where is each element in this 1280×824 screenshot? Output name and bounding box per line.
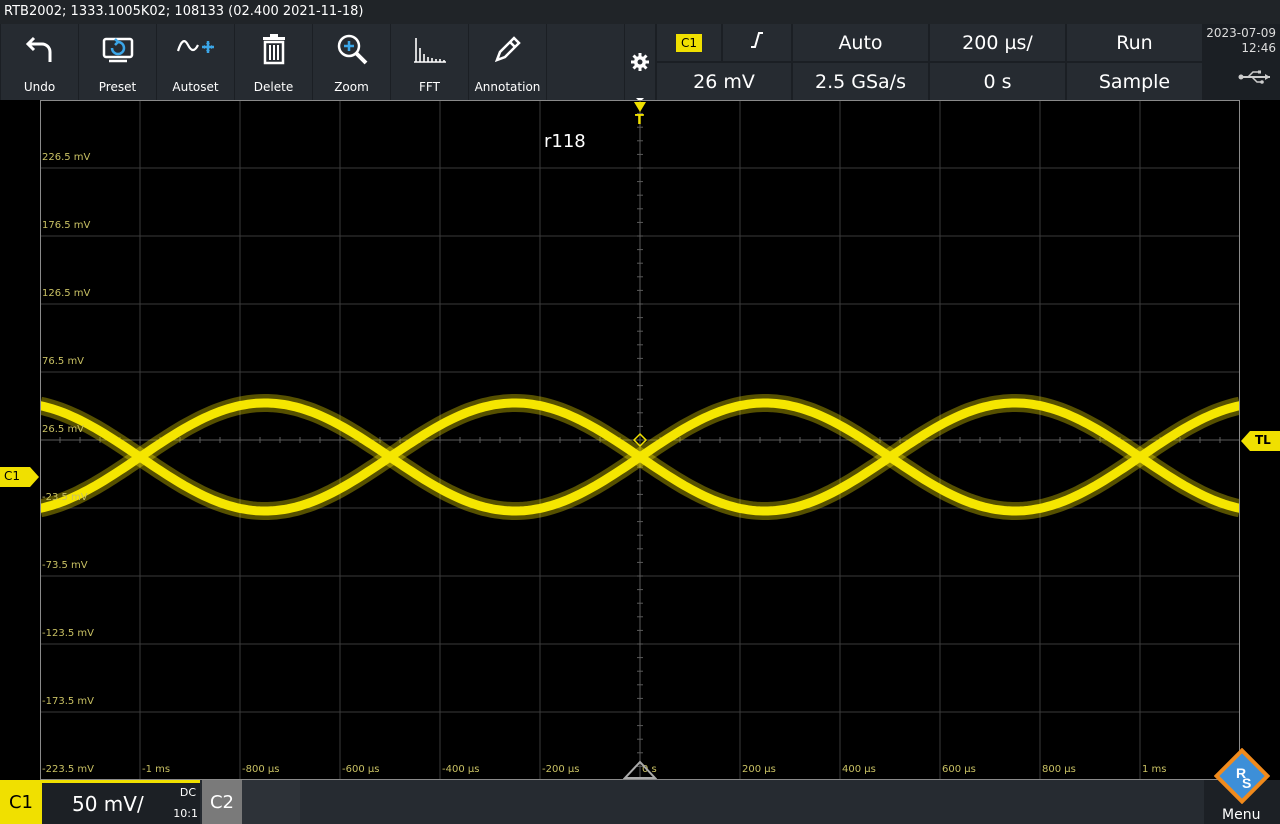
timebase-cell[interactable]: 200 µs/ xyxy=(930,24,1065,61)
x-label: 600 µs xyxy=(942,764,976,775)
x-label: -200 µs xyxy=(542,764,580,775)
waveform-display[interactable] xyxy=(40,100,1240,780)
rs-logo-icon: RS xyxy=(1213,747,1271,809)
annotation-label: Annotation xyxy=(474,80,541,94)
x-label: 1 ms xyxy=(1142,764,1167,775)
channel-1-scale-value: 50 mV/ xyxy=(72,792,144,816)
preset-label: Preset xyxy=(98,80,137,94)
settings-button[interactable] xyxy=(625,24,655,102)
autoset-label: Autoset xyxy=(172,80,219,94)
acquisition-mode-cell[interactable]: Sample xyxy=(1067,63,1202,100)
y-label: 176.5 mV xyxy=(42,220,91,231)
y-label: 26.5 mV xyxy=(42,424,85,435)
channel-marker-label: C1 xyxy=(4,469,21,483)
y-label: 76.5 mV xyxy=(42,356,85,367)
y-label: -173.5 mV xyxy=(42,696,94,707)
trash-icon xyxy=(235,32,312,66)
trigger-level-marker[interactable]: TL xyxy=(1240,431,1280,451)
x-label: 800 µs xyxy=(1042,764,1076,775)
channel-1-coupling: DC xyxy=(179,786,196,799)
zoom-icon xyxy=(313,32,390,66)
trigger-level-cell[interactable]: 26 mV xyxy=(657,63,791,100)
horizontal-position-cell[interactable]: 0 s xyxy=(930,63,1065,100)
y-label: 226.5 mV xyxy=(42,152,91,163)
autoset-button[interactable]: Autoset xyxy=(157,24,234,100)
x-label: -1 ms xyxy=(142,764,171,775)
x-label: 200 µs xyxy=(742,764,776,775)
x-label: -800 µs xyxy=(242,764,280,775)
y-label: -123.5 mV xyxy=(42,628,94,639)
triangle-down-icon xyxy=(634,102,646,112)
date-time-panel: 2023-07-09 12:46 xyxy=(1204,24,1280,100)
trigger-level-label: TL xyxy=(1255,433,1271,447)
channel-1-scale[interactable]: 50 mV/ DC 10:1 xyxy=(42,780,200,824)
rising-edge-icon xyxy=(749,31,765,54)
x-label: -400 µs xyxy=(442,764,480,775)
sample-rate-cell[interactable]: 2.5 GSa/s xyxy=(793,63,928,100)
undo-label: Undo xyxy=(23,80,56,94)
delete-label: Delete xyxy=(253,80,294,94)
fft-button[interactable]: FFT xyxy=(391,24,468,100)
date-text: 2023-07-09 xyxy=(1206,26,1276,40)
annotation-button[interactable]: Annotation xyxy=(469,24,546,100)
y-label: -223.5 mV xyxy=(42,764,94,775)
trigger-source-cell[interactable]: C1 xyxy=(657,24,721,61)
autoset-icon xyxy=(157,32,234,66)
time-text: 12:46 xyxy=(1241,41,1276,55)
triangle-up-icon xyxy=(622,760,658,779)
y-label: -73.5 mV xyxy=(42,560,88,571)
channel-1-probe: 10:1 xyxy=(173,807,198,820)
channel-1-tab[interactable]: C1 xyxy=(0,780,42,824)
zoom-button[interactable]: Zoom xyxy=(313,24,390,100)
pencil-icon xyxy=(469,32,546,66)
menu-label: Menu xyxy=(1222,807,1261,823)
undo-button[interactable]: Undo xyxy=(1,24,78,100)
y-label: 126.5 mV xyxy=(42,288,91,299)
channel-2-slot[interactable] xyxy=(242,780,300,824)
trigger-marker-label: T xyxy=(635,113,644,128)
channel-2-tab[interactable]: C2 xyxy=(202,780,242,824)
fft-icon xyxy=(391,32,468,66)
menu-button[interactable]: RS Menu xyxy=(1204,747,1280,824)
zoom-label: Zoom xyxy=(334,80,369,94)
trigger-slope-cell[interactable] xyxy=(723,24,791,61)
fft-label: FFT xyxy=(419,80,440,94)
delete-button[interactable]: Delete xyxy=(235,24,312,100)
gear-icon xyxy=(630,52,650,77)
trigger-mode-cell[interactable]: Auto xyxy=(793,24,928,61)
y-label: -23.5 mV xyxy=(42,492,88,503)
usb-icon xyxy=(1238,70,1274,89)
run-state-cell[interactable]: Run xyxy=(1067,24,1202,61)
channel-1-offset-marker[interactable]: C1 xyxy=(0,467,40,487)
x-label: 400 µs xyxy=(842,764,876,775)
trigger-position-marker[interactable]: T xyxy=(633,101,647,129)
trigger-source-badge: C1 xyxy=(675,33,702,52)
annotation-text[interactable]: r118 xyxy=(544,131,586,152)
title-bar: RTB2002; 1333.1005K02; 108133 (02.400 20… xyxy=(0,0,1280,24)
undo-arrow-icon xyxy=(1,32,78,66)
x-label: -600 µs xyxy=(342,764,380,775)
toolbar-empty-slot xyxy=(547,24,624,100)
svg-text:S: S xyxy=(1242,775,1251,791)
preset-icon xyxy=(79,32,156,66)
preset-button[interactable]: Preset xyxy=(79,24,156,100)
